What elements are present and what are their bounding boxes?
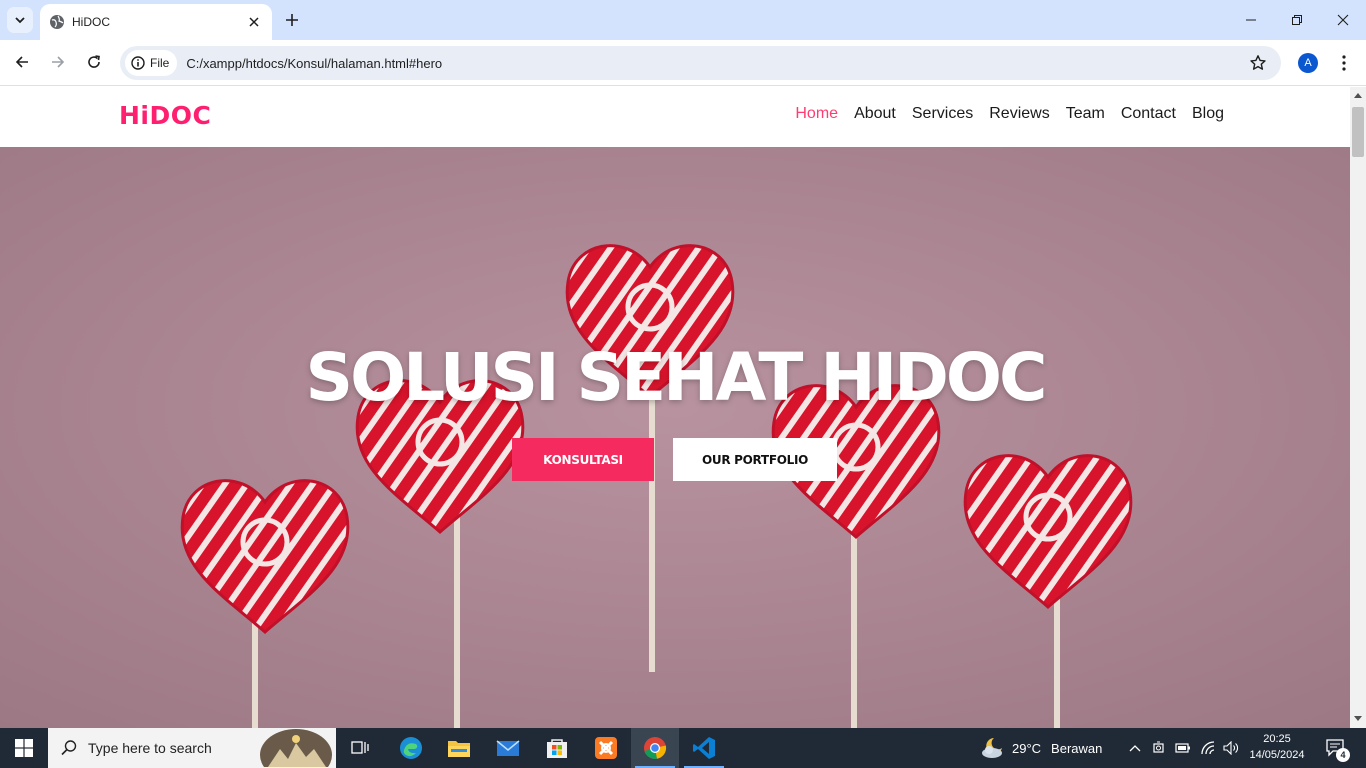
chrome-taskbar-button[interactable] xyxy=(631,728,679,768)
mail-taskbar-button[interactable] xyxy=(484,728,532,768)
nav-link-home[interactable]: Home xyxy=(795,105,838,123)
camera-icon xyxy=(1153,741,1164,753)
notification-center-button[interactable]: 4 xyxy=(1318,728,1354,768)
close-window-button[interactable] xyxy=(1320,0,1366,40)
browser-toolbar: File C:/xampp/htdocs/Konsul/halaman.html… xyxy=(0,40,1366,86)
clock-time: 20:25 xyxy=(1263,733,1291,745)
show-hidden-icons-button[interactable] xyxy=(1124,728,1146,768)
restore-button[interactable] xyxy=(1274,0,1320,40)
reload-icon xyxy=(88,55,100,68)
scroll-up-arrow-icon[interactable] xyxy=(1354,93,1362,98)
notification-count-badge: 4 xyxy=(1336,748,1350,762)
forward-button[interactable] xyxy=(44,48,72,76)
browser-tab[interactable]: HiDOC xyxy=(40,4,272,40)
windows-taskbar: Type here to search 29°C Berawan 20:25 1… xyxy=(0,728,1366,768)
weather-condition: Berawan xyxy=(1051,740,1103,756)
new-tab-button[interactable] xyxy=(282,10,302,30)
close-icon xyxy=(1337,14,1349,26)
task-view-icon xyxy=(351,741,369,754)
search-icon xyxy=(61,740,77,756)
bookmark-star-icon[interactable] xyxy=(1247,52,1269,74)
nav-link-services[interactable]: Services xyxy=(912,105,973,123)
network-button[interactable] xyxy=(1197,728,1219,768)
page-scrollbar[interactable] xyxy=(1350,87,1366,728)
close-tab-icon[interactable] xyxy=(246,14,262,30)
nav-link-contact[interactable]: Contact xyxy=(1121,105,1176,123)
wifi-icon xyxy=(1201,741,1215,755)
portfolio-button[interactable]: OUR PORTFOLIO xyxy=(673,438,837,481)
search-placeholder: Type here to search xyxy=(88,740,212,756)
page-viewport: HiDOC Home About Services Reviews Team Contac… xyxy=(0,87,1350,728)
clock-date: 14/05/2024 xyxy=(1249,749,1305,761)
battery-icon xyxy=(1175,743,1190,753)
scroll-thumb[interactable] xyxy=(1352,107,1364,157)
chrome-icon xyxy=(644,737,667,759)
info-icon xyxy=(131,56,145,70)
url-text[interactable]: C:/xampp/htdocs/Konsul/halaman.html#hero xyxy=(186,56,1247,71)
konsultasi-button[interactable]: KONSULTASI xyxy=(512,438,654,481)
lollipop-stick xyxy=(851,527,857,728)
reload-button[interactable] xyxy=(80,48,108,76)
site-logo[interactable]: HiDOC xyxy=(119,101,211,130)
arrow-left-icon xyxy=(15,56,28,68)
globe-icon xyxy=(49,14,65,30)
site-chip-label: File xyxy=(150,56,170,70)
nav-link-blog[interactable]: Blog xyxy=(1192,105,1224,123)
task-view-button[interactable] xyxy=(336,728,384,768)
lollipop-stick xyxy=(454,517,460,728)
profile-avatar[interactable]: A xyxy=(1298,53,1318,73)
xampp-icon xyxy=(595,737,617,759)
nav-link-about[interactable]: About xyxy=(854,105,896,123)
minimize-icon xyxy=(1246,19,1256,21)
taskbar-search[interactable]: Type here to search xyxy=(48,728,336,768)
taskbar-clock[interactable]: 20:25 14/05/2024 xyxy=(1244,731,1310,763)
search-highlight-image xyxy=(260,729,332,767)
windows-logo-icon xyxy=(15,739,33,757)
volume-button[interactable] xyxy=(1220,728,1242,768)
meet-now-button[interactable] xyxy=(1149,728,1169,768)
folder-icon xyxy=(448,741,470,757)
chevron-down-icon xyxy=(15,17,25,24)
address-bar[interactable]: File C:/xampp/htdocs/Konsul/halaman.html… xyxy=(120,46,1281,80)
store-icon xyxy=(547,739,567,758)
browser-menu-icon[interactable] xyxy=(1334,52,1354,74)
chevron-up-icon xyxy=(1129,745,1141,752)
vscode-icon xyxy=(693,737,715,759)
start-button[interactable] xyxy=(0,728,48,768)
weather-temperature: 29°C xyxy=(1012,740,1042,756)
lollipop-stick xyxy=(649,387,655,672)
arrow-right-icon xyxy=(52,56,65,68)
plus-icon xyxy=(286,14,298,26)
file-explorer-taskbar-button[interactable] xyxy=(435,728,483,768)
battery-button[interactable] xyxy=(1172,728,1194,768)
back-button[interactable] xyxy=(8,48,36,76)
speaker-icon xyxy=(1223,741,1238,755)
scroll-down-arrow-icon[interactable] xyxy=(1354,716,1362,721)
edge-icon xyxy=(400,737,422,759)
vscode-taskbar-button[interactable] xyxy=(680,728,728,768)
restore-icon xyxy=(1292,15,1302,25)
site-info-chip[interactable]: File xyxy=(125,50,178,76)
minimize-button[interactable] xyxy=(1228,0,1274,40)
mail-icon xyxy=(496,740,520,756)
nav-link-reviews[interactable]: Reviews xyxy=(989,105,1049,123)
site-header: HiDOC Home About Services Reviews Team Contac… xyxy=(0,87,1350,147)
lollipop-stick xyxy=(1054,592,1060,728)
nav-link-team[interactable]: Team xyxy=(1066,105,1105,123)
tab-title: HiDOC xyxy=(72,15,110,29)
tab-strip: HiDOC xyxy=(0,0,1366,40)
store-taskbar-button[interactable] xyxy=(533,728,581,768)
hero-title: SOLUSI SEHAT HIDOC xyxy=(305,339,1048,416)
weather-widget[interactable]: 29°C Berawan xyxy=(980,728,1102,768)
hero-section: SOLUSI SEHAT HIDOC KONSULTASI OUR PORTFO… xyxy=(0,147,1350,728)
edge-taskbar-button[interactable] xyxy=(387,728,435,768)
xampp-taskbar-button[interactable] xyxy=(582,728,630,768)
tab-search-button[interactable] xyxy=(7,7,33,33)
main-nav: Home About Services Reviews Team Contact Blog xyxy=(795,105,1224,123)
partly-cloudy-night-icon xyxy=(982,738,1002,758)
